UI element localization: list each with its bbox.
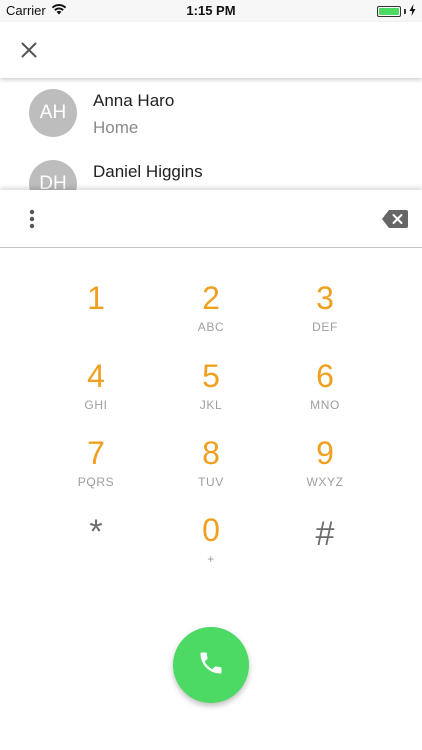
key-digit: 2 bbox=[202, 280, 220, 316]
dialpad-sheet: 1 2 ABC 3 DEF 4 GHI 5 JKL 6 MNO 7 PQRS 8… bbox=[0, 190, 422, 750]
key-letters: PQRS bbox=[77, 475, 115, 489]
avatar: DH bbox=[29, 160, 77, 192]
dial-key-3[interactable]: 3 DEF bbox=[270, 280, 380, 352]
dial-key-1[interactable]: 1 bbox=[41, 280, 151, 352]
battery-fill bbox=[379, 8, 399, 15]
key-digit: * bbox=[89, 513, 103, 551]
contact-name: Daniel Higgins bbox=[93, 162, 203, 181]
status-right bbox=[377, 4, 416, 19]
number-input-row bbox=[0, 190, 422, 248]
dial-key-6[interactable]: 6 MNO bbox=[270, 358, 380, 430]
dial-key-2[interactable]: 2 ABC bbox=[156, 280, 266, 352]
avatar: AH bbox=[29, 89, 77, 137]
dial-key-star[interactable]: * bbox=[41, 514, 151, 586]
key-digit: 6 bbox=[316, 358, 334, 394]
contact-label: Home bbox=[93, 118, 139, 137]
contact-item-daniel-higgins[interactable]: DH Daniel Higgins bbox=[0, 149, 422, 192]
dial-key-9[interactable]: 9 WXYZ bbox=[270, 435, 380, 507]
call-button[interactable] bbox=[173, 627, 249, 703]
phone-icon bbox=[197, 649, 225, 682]
dial-key-5[interactable]: 5 JKL bbox=[156, 358, 266, 430]
app-bar bbox=[0, 22, 422, 78]
key-digit: 0 bbox=[202, 512, 220, 548]
contact-name: Anna Haro bbox=[93, 91, 175, 110]
status-bar: Carrier 1:15 PM bbox=[0, 0, 422, 22]
key-letters: WXYZ bbox=[306, 475, 344, 489]
key-letters: TUV bbox=[198, 475, 224, 489]
key-letters: + bbox=[207, 552, 215, 566]
key-digit: 5 bbox=[202, 358, 220, 394]
battery-icon bbox=[377, 6, 401, 17]
close-icon[interactable] bbox=[14, 35, 44, 65]
key-digit: 8 bbox=[202, 435, 220, 471]
dial-key-8[interactable]: 8 TUV bbox=[156, 435, 266, 507]
more-vertical-icon[interactable] bbox=[20, 206, 44, 232]
key-letters: JKL bbox=[199, 398, 223, 412]
dial-key-4[interactable]: 4 GHI bbox=[41, 358, 151, 430]
backspace-icon[interactable] bbox=[382, 209, 408, 229]
key-digit: 4 bbox=[87, 358, 105, 394]
key-digit: 9 bbox=[316, 435, 334, 471]
dial-key-hash[interactable]: # bbox=[270, 516, 380, 588]
dial-key-0[interactable]: 0 + bbox=[156, 512, 266, 584]
key-letters: GHI bbox=[84, 398, 108, 412]
dial-key-7[interactable]: 7 PQRS bbox=[41, 435, 151, 507]
charging-icon bbox=[409, 4, 416, 19]
key-digit: 1 bbox=[87, 280, 105, 316]
battery-tip bbox=[404, 9, 406, 14]
key-letters: DEF bbox=[312, 320, 338, 334]
key-letters: ABC bbox=[197, 320, 225, 334]
contact-list: AH Anna Haro Home DH Daniel Higgins bbox=[0, 78, 422, 192]
key-letters: MNO bbox=[310, 398, 340, 412]
key-digit: # bbox=[315, 515, 335, 553]
status-time: 1:15 PM bbox=[186, 3, 236, 18]
key-digit: 7 bbox=[87, 435, 105, 471]
phone-number-field[interactable] bbox=[60, 204, 360, 234]
key-digit: 3 bbox=[316, 280, 334, 316]
contact-item-anna-haro[interactable]: AH Anna Haro Home bbox=[0, 78, 422, 148]
